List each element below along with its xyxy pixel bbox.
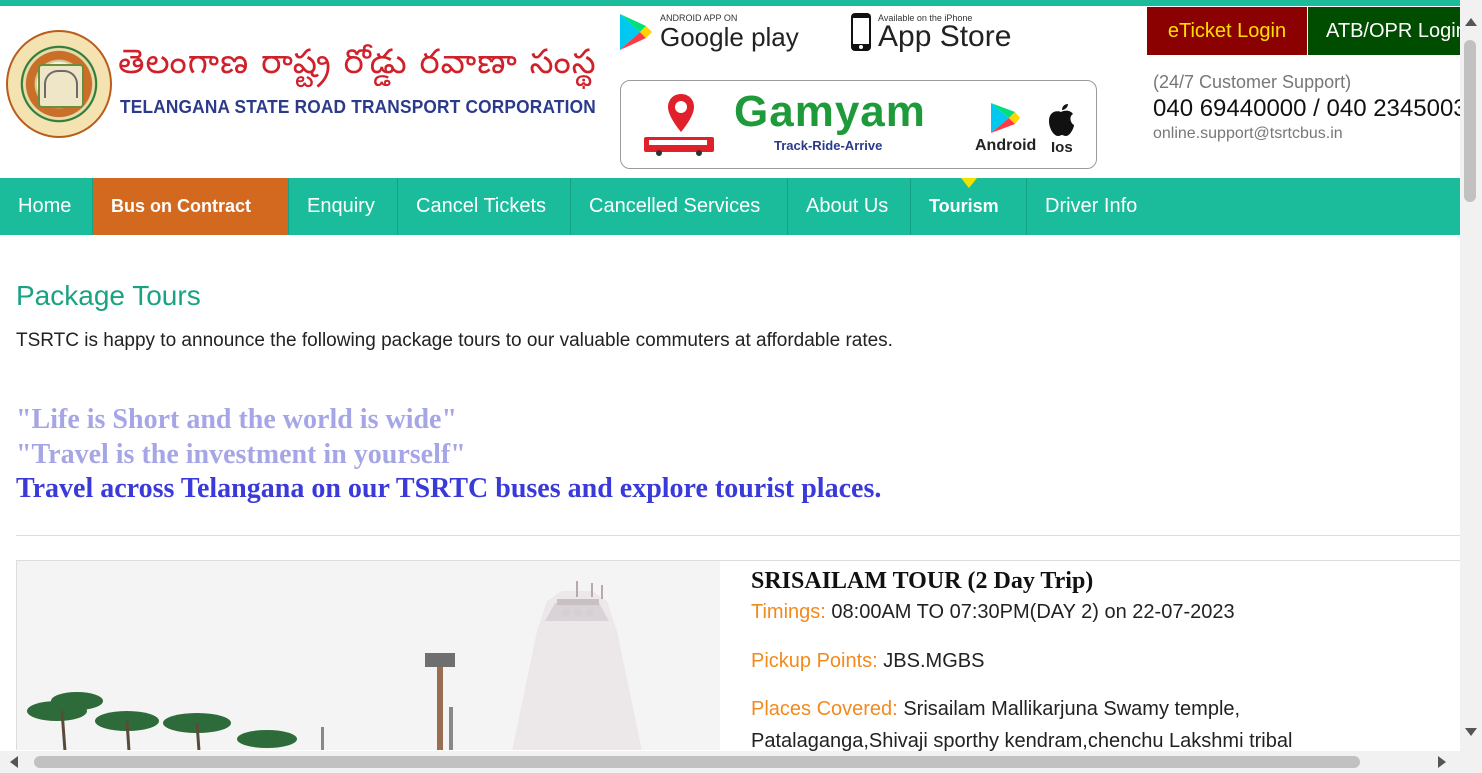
google-play-big-text: Google play [660, 22, 799, 52]
page-title: Package Tours [16, 280, 201, 311]
gamyam-title: Gamyam [734, 87, 926, 136]
quote-travel-telangana: Travel across Telangana on our TSRTC bus… [16, 473, 882, 504]
app-store-big-text: App Store [878, 20, 1012, 53]
nav-about-us[interactable]: About Us [788, 178, 911, 235]
google-play-icon [620, 14, 652, 50]
vertical-scroll-thumb[interactable] [1464, 40, 1476, 202]
section-divider [16, 535, 1460, 536]
active-caret-icon [960, 178, 977, 188]
nav-cancel-tickets[interactable]: Cancel Tickets [398, 178, 571, 235]
android-play-icon [991, 103, 1020, 133]
nav-tourism-label: Tourism [929, 196, 999, 216]
bus-icon [644, 137, 714, 156]
gamyam-android-label: Android [975, 137, 1037, 154]
timings-label: Timings: [751, 601, 826, 623]
quote-travel-investment: "Travel is the investment in yourself" [16, 439, 466, 470]
gamyam-tagline: Track-Ride-Arrive [774, 138, 883, 153]
eticket-login-button[interactable]: eTicket Login [1147, 7, 1307, 55]
places-label: Places Covered: [751, 698, 898, 720]
horizontal-scroll-thumb[interactable] [34, 756, 1360, 768]
nav-cancelled-services[interactable]: Cancelled Services [571, 178, 788, 235]
iphone-icon [851, 13, 871, 51]
brand-telugu-name: తెలంగాణ రాష్ట్ర రోడ్డు రవాణా సంస్థ [118, 42, 597, 82]
brand-english-name: TELANGANA STATE ROAD TRANSPORT CORPORATI… [120, 97, 596, 117]
horizontal-scrollbar[interactable] [0, 751, 1482, 773]
gamyam-app-banner[interactable]: Gamyam Track-Ride-Arrive Android Ios [620, 80, 1097, 169]
places-value: Srisailam Mallikarjuna Swamy temple, [903, 698, 1241, 720]
app-store-badge[interactable]: Available on the iPhone App Store [850, 12, 1011, 52]
scroll-left-arrow-icon[interactable] [10, 756, 18, 768]
customer-support-email[interactable]: online.support@tsrtcbus.in [1153, 125, 1343, 143]
nav-home[interactable]: Home [0, 178, 93, 235]
intro-text: TSRTC is happy to announce the following… [16, 330, 893, 351]
scroll-down-arrow-icon[interactable] [1465, 728, 1477, 736]
gamyam-ios-label: Ios [1051, 139, 1073, 156]
tour-card [16, 560, 1460, 750]
apple-icon [1049, 104, 1074, 136]
tour-places-covered: Places Covered: Srisailam Mallikarjuna S… [751, 698, 1240, 721]
nav-tourism[interactable]: Tourism [911, 178, 1027, 235]
top-accent-bar [0, 0, 1482, 6]
tsrtc-emblem-logo[interactable] [6, 30, 112, 138]
vertical-scrollbar[interactable] [1460, 0, 1482, 751]
location-pin-icon [668, 94, 694, 132]
temple-illustration [17, 561, 720, 750]
timings-value: 08:00AM TO 07:30PM(DAY 2) on 22-07-2023 [831, 601, 1235, 623]
nav-driver-info[interactable]: Driver Info [1027, 178, 1167, 235]
tour-title: SRISAILAM TOUR (2 Day Trip) [751, 568, 1094, 594]
tour-pickup-points: Pickup Points: JBS.MGBS [751, 650, 984, 673]
customer-support-label: (24/7 Customer Support) [1153, 72, 1352, 92]
google-play-badge[interactable]: ANDROID APP ON Google play [618, 12, 799, 52]
customer-support-phone: 040 69440000 / 040 23450033 [1153, 95, 1460, 122]
pickup-value: JBS.MGBS [883, 650, 985, 672]
nav-bus-on-contract[interactable]: Bus on Contract [93, 178, 289, 235]
tour-places-covered-cont: Patalaganga,Shivaji sporthy kendram,chen… [751, 730, 1293, 752]
quote-life-short: "Life is Short and the world is wide" [16, 404, 458, 435]
scroll-right-arrow-icon[interactable] [1438, 756, 1446, 768]
tour-timings: Timings: 08:00AM TO 07:30PM(DAY 2) on 22… [751, 601, 1235, 624]
nav-enquiry[interactable]: Enquiry [289, 178, 398, 235]
emblem-arch-icon [44, 70, 78, 98]
atb-opr-login-button[interactable]: ATB/OPR Login [1308, 7, 1460, 55]
scroll-up-arrow-icon[interactable] [1465, 18, 1477, 26]
srisailam-temple-photo [17, 561, 720, 750]
pickup-label: Pickup Points: [751, 650, 878, 672]
main-nav: Home Bus on Contract Enquiry Cancel Tick… [0, 178, 1460, 235]
